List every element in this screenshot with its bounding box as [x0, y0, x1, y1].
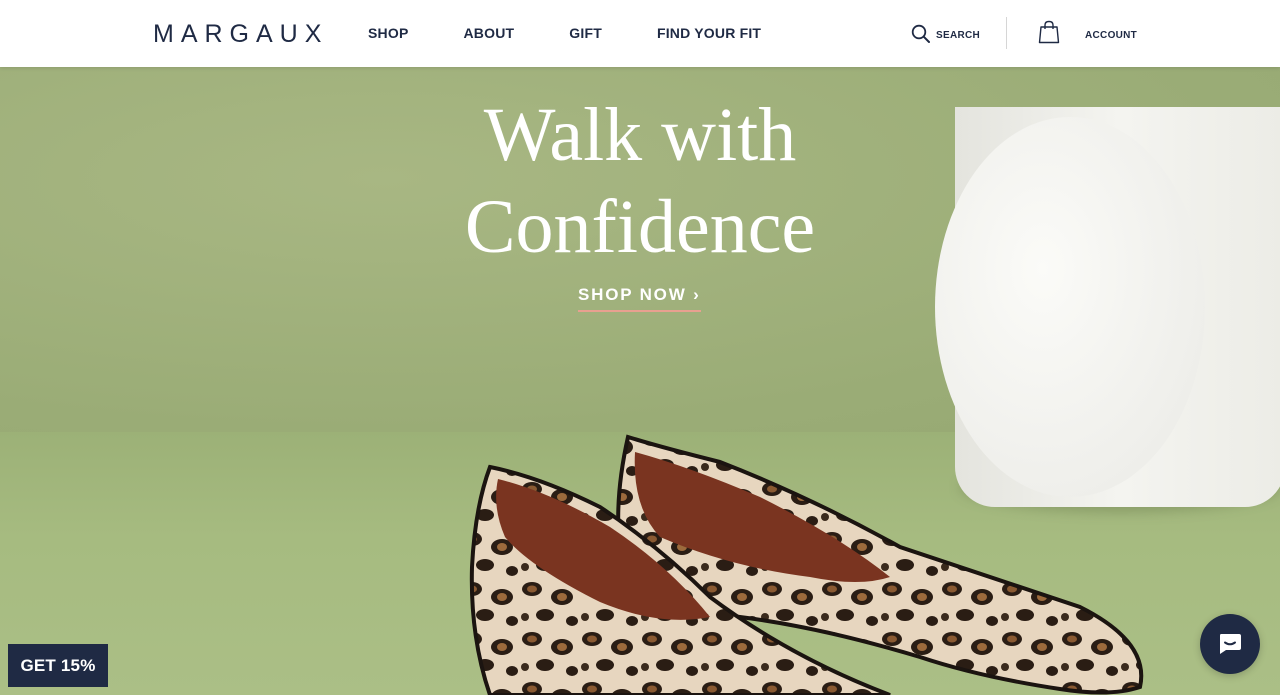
shopping-bag-icon [1038, 20, 1060, 44]
chat-icon [1220, 634, 1241, 654]
search-button[interactable]: SEARCH [911, 24, 980, 43]
hero-headline-line1: Walk with [483, 93, 797, 177]
leopard-loafers-image [469, 434, 1144, 695]
hero-banner: Walk with Confidence SHOP NOW › [0, 67, 1280, 695]
hero-headline: Walk with Confidence [0, 89, 1280, 273]
chat-button[interactable] [1200, 614, 1260, 674]
shop-now-label: SHOP NOW [578, 285, 687, 304]
site-header: MARGAUX SHOP ABOUT GIFT FIND YOUR FIT SE… [0, 0, 1280, 67]
chevron-right-icon: › [693, 285, 701, 304]
account-link[interactable]: ACCOUNT [1085, 30, 1137, 41]
header-divider [1006, 17, 1007, 49]
search-label: SEARCH [936, 29, 981, 41]
nav-find-your-fit[interactable]: FIND YOUR FIT [657, 25, 761, 41]
nav-gift[interactable]: GIFT [569, 25, 602, 41]
logo[interactable]: MARGAUX [153, 20, 328, 49]
discount-tab[interactable]: GET 15% [8, 644, 108, 687]
nav-shop[interactable]: SHOP [368, 25, 408, 41]
main-nav: SHOP ABOUT GIFT FIND YOUR FIT [368, 25, 816, 41]
nav-about[interactable]: ABOUT [463, 25, 514, 41]
shop-now-underline [578, 310, 701, 312]
shop-now-button[interactable]: SHOP NOW › [578, 285, 701, 312]
hero-headline-line2: Confidence [464, 185, 816, 269]
search-icon [911, 24, 930, 43]
bag-button[interactable] [1038, 20, 1060, 49]
